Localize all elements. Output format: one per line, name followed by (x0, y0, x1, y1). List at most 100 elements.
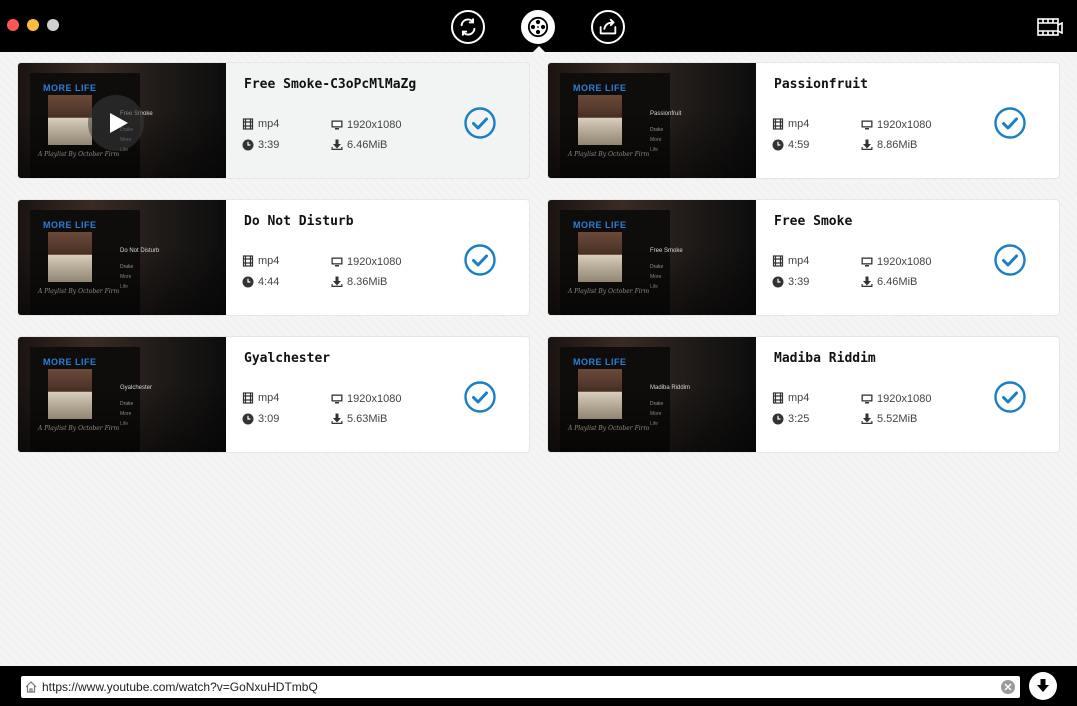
album-photo (48, 232, 92, 282)
video-resolution: 1920x1080 (331, 256, 401, 268)
play-icon (110, 113, 128, 133)
thumbnail-song: Madiba Riddim (650, 385, 691, 391)
album-art: MORE LIFE A Playlist By October Firm Mad… (560, 347, 690, 452)
window-zoom-button[interactable] (47, 19, 59, 31)
album-photo (578, 95, 622, 145)
checkmark-icon[interactable] (994, 381, 1026, 413)
window-minimize-button[interactable] (27, 19, 39, 31)
checkmark-icon[interactable] (464, 107, 496, 139)
thumbnail-song: Passionfruit (650, 111, 682, 117)
album-art-label: MORE LIFE (573, 220, 627, 230)
album-art-label: MORE LIFE (573, 83, 627, 93)
video-duration: 3:39 (772, 276, 809, 288)
download-size-icon (861, 413, 873, 424)
album-art: MORE LIFE A Playlist By October Firm Gya… (30, 347, 152, 452)
video-duration: 3:25 (772, 413, 809, 425)
video-format: mp4 (242, 255, 279, 267)
video-thumbnail[interactable]: MORE LIFE A Playlist By October Firm Do … (18, 200, 226, 315)
thumbnail-artist: DrakeMore Life (120, 264, 134, 290)
video-size: 8.86MiB (861, 139, 917, 151)
album-photo (48, 369, 92, 419)
video-resolution: 1920x1080 (861, 119, 931, 131)
album-art: MORE LIFE A Playlist By October Firm Pas… (560, 73, 681, 178)
album-art-label: MORE LIFE (43, 83, 97, 93)
video-thumbnail[interactable]: MORE LIFE A Playlist By October Firm Fre… (18, 63, 226, 178)
monitor-icon (861, 394, 873, 404)
video-resolution: 1920x1080 (331, 393, 401, 405)
video-card[interactable]: MORE LIFE A Playlist By October Firm Pas… (547, 62, 1060, 179)
checkmark-icon[interactable] (994, 244, 1026, 276)
home-icon[interactable] (24, 680, 38, 694)
close-icon (1004, 683, 1012, 691)
url-input[interactable] (42, 680, 992, 694)
film-icon (242, 392, 254, 404)
bottom-bar (0, 666, 1077, 706)
play-button[interactable] (88, 95, 144, 151)
monitor-icon (331, 394, 343, 404)
album-tagline: A Playlist By October Firm (38, 151, 120, 158)
video-thumbnail[interactable]: MORE LIFE A Playlist By October Firm Gya… (18, 337, 226, 452)
video-duration: 4:59 (772, 139, 809, 151)
video-title: Passionfruit (774, 77, 868, 92)
window-close-button[interactable] (7, 19, 19, 31)
clock-icon (242, 276, 254, 288)
video-format: mp4 (772, 118, 809, 130)
film-reel-icon (527, 16, 549, 38)
thumbnail-artist: DrakeMore Life (650, 401, 664, 427)
monitor-icon (861, 257, 873, 267)
video-thumbnail[interactable]: MORE LIFE A Playlist By October Firm Mad… (548, 337, 756, 452)
video-size: 8.36MiB (331, 276, 387, 288)
active-tab-indicator (533, 46, 545, 52)
album-tagline: A Playlist By October Firm (38, 425, 120, 432)
album-tagline: A Playlist By October Firm (568, 425, 650, 432)
video-resolution: 1920x1080 (331, 119, 401, 131)
video-thumbnail[interactable]: MORE LIFE A Playlist By October Firm Fre… (548, 200, 756, 315)
video-card[interactable]: MORE LIFE A Playlist By October Firm Mad… (547, 336, 1060, 453)
video-card[interactable]: MORE LIFE A Playlist By October Firm Do … (17, 199, 530, 316)
monitor-icon (861, 120, 873, 130)
album-art-label: MORE LIFE (43, 357, 97, 367)
clear-url-button[interactable] (1001, 680, 1015, 694)
film-icon (242, 118, 254, 130)
video-card[interactable]: MORE LIFE A Playlist By October Firm Gya… (17, 336, 530, 453)
video-size: 6.46MiB (861, 276, 917, 288)
share-icon (599, 18, 617, 35)
clock-icon (772, 139, 784, 151)
album-art-label: MORE LIFE (43, 220, 97, 230)
album-tagline: A Playlist By October Firm (568, 288, 650, 295)
checkmark-icon[interactable] (464, 381, 496, 413)
thumbnail-song: Gyalchester (120, 385, 153, 391)
monitor-icon (331, 120, 343, 130)
video-resolution: 1920x1080 (861, 256, 931, 268)
clock-icon (772, 413, 784, 425)
album-photo (48, 95, 92, 145)
checkmark-icon[interactable] (464, 244, 496, 276)
thumbnail-song: Free Smoke (650, 248, 683, 254)
video-thumbnail[interactable]: MORE LIFE A Playlist By October Firm Pas… (548, 63, 756, 178)
film-icon (772, 392, 784, 404)
share-button[interactable] (591, 10, 625, 44)
video-title: Madiba Riddim (774, 351, 876, 366)
film-icon (242, 255, 254, 267)
video-library-icon[interactable] (1036, 15, 1064, 39)
download-size-icon (331, 139, 343, 150)
convert-button[interactable] (451, 10, 485, 44)
video-duration: 4:44 (242, 276, 279, 288)
thumbnail-artist: DrakeMore Life (120, 401, 134, 427)
video-card[interactable]: MORE LIFE A Playlist By October Firm Fre… (17, 62, 530, 179)
download-arrow-icon (1037, 679, 1049, 692)
video-title: Free Smoke-C3oPcMlMaZg (244, 77, 417, 92)
clock-icon (242, 139, 254, 151)
checkmark-icon[interactable] (994, 107, 1026, 139)
url-bar (21, 676, 1020, 698)
album-art: MORE LIFE A Playlist By October Firm Fre… (560, 210, 683, 315)
video-format: mp4 (772, 255, 809, 267)
download-button[interactable] (1029, 672, 1057, 700)
album-art: MORE LIFE A Playlist By October Firm Do … (30, 210, 159, 315)
monitor-icon (331, 257, 343, 267)
refresh-icon (460, 18, 476, 36)
video-duration: 3:09 (242, 413, 279, 425)
thumbnail-artist: DrakeMore Life (650, 127, 664, 153)
video-card[interactable]: MORE LIFE A Playlist By October Firm Fre… (547, 199, 1060, 316)
download-list-button[interactable] (521, 10, 555, 44)
